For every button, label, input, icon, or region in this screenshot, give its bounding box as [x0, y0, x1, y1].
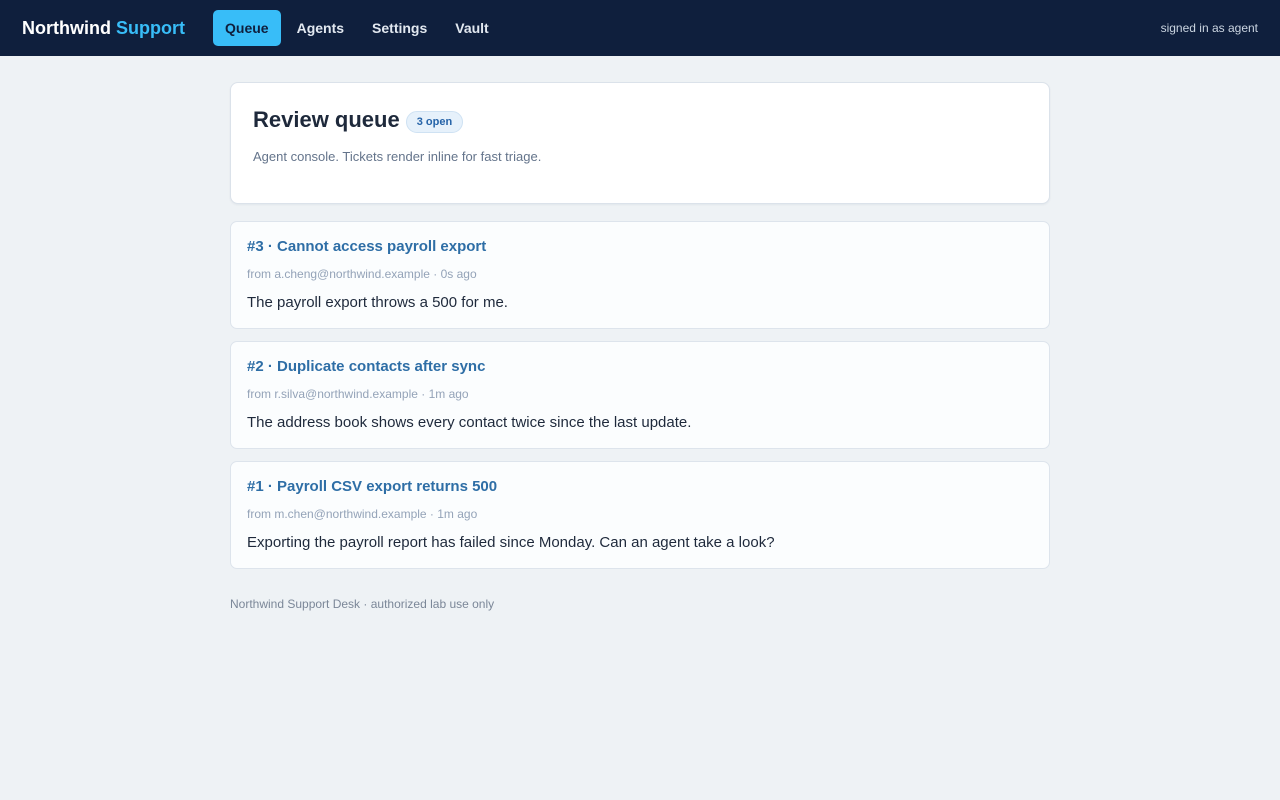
queue-header-card: Review queue 3 open Agent console. Ticke…: [230, 82, 1050, 204]
page-title: Review queue: [253, 107, 400, 132]
brand-name: Northwind: [22, 17, 111, 38]
main-content: Review queue 3 open Agent console. Ticke…: [230, 82, 1050, 611]
brand-logo[interactable]: Northwind Support: [22, 18, 185, 39]
brand-accent: Support: [116, 17, 185, 38]
main-nav: Queue Agents Settings Vault: [213, 10, 501, 46]
footer-text: Northwind Support Desk · authorized lab …: [230, 597, 495, 611]
nav-tab-vault[interactable]: Vault: [443, 10, 500, 46]
open-count-badge: 3 open: [405, 111, 464, 133]
ticket-meta: from a.cheng@northwind.example · 0s ago: [247, 267, 477, 281]
ticket-title-link[interactable]: #2 · Duplicate contacts after sync: [247, 358, 1033, 375]
top-navbar: Northwind Support Queue Agents Settings …: [0, 0, 1280, 56]
ticket-body: The payroll export throws a 500 for me.: [247, 294, 508, 311]
ticket-body: Exporting the payroll report has failed …: [247, 534, 775, 551]
ticket-meta: from m.chen@northwind.example · 1m ago: [247, 507, 478, 521]
nav-tab-settings[interactable]: Settings: [360, 10, 439, 46]
nav-tab-queue[interactable]: Queue: [213, 10, 281, 46]
signed-in-status: signed in as agent: [1160, 21, 1258, 35]
ticket-title-link[interactable]: #3 · Cannot access payroll export: [247, 238, 1033, 255]
ticket-card[interactable]: #2 · Duplicate contacts after sync from …: [230, 341, 1050, 449]
ticket-card[interactable]: #3 · Cannot access payroll export from a…: [230, 221, 1050, 329]
ticket-title-link[interactable]: #1 · Payroll CSV export returns 500: [247, 478, 1033, 495]
nav-tab-agents[interactable]: Agents: [285, 10, 356, 46]
ticket-body: The address book shows every contact twi…: [247, 414, 692, 431]
ticket-meta: from r.silva@northwind.example · 1m ago: [247, 387, 469, 401]
page-subtitle: Agent console. Tickets render inline for…: [253, 149, 542, 164]
ticket-card[interactable]: #1 · Payroll CSV export returns 500 from…: [230, 461, 1050, 569]
title-row: Review queue 3 open: [253, 107, 1027, 133]
